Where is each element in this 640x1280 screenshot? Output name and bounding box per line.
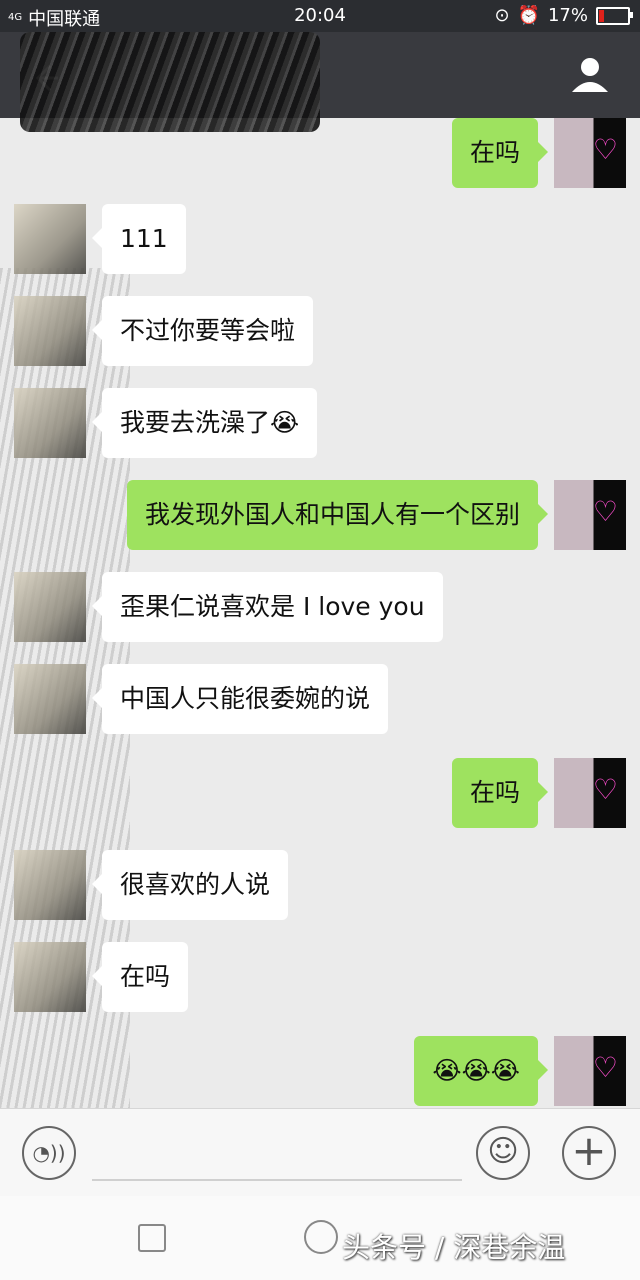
- battery-icon: [596, 6, 633, 25]
- watermark: 头条号 / 深巷余温: [342, 1231, 566, 1264]
- status-bar: 4G 中国联通 20:04 ⊙ ⏰ 17%: [0, 0, 640, 32]
- battery-level: [599, 9, 604, 22]
- input-bar: ◔)) ☺ +: [0, 1108, 640, 1197]
- battery-percent: 17%: [547, 5, 588, 26]
- incoming-message[interactable]: 歪果仁说喜欢是 I love you: [92, 572, 443, 642]
- incoming-message[interactable]: 很喜欢的人说: [91, 850, 289, 920]
- heart-icon: ♡: [592, 495, 618, 528]
- heart-icon: ♡: [592, 133, 618, 166]
- outgoing-message[interactable]: 我发现外国人和中国人有一个区别: [126, 480, 549, 550]
- incoming-message[interactable]: 中国人只能很委婉的说: [91, 664, 389, 734]
- incoming-message[interactable]: 我要去洗澡了😭: [91, 388, 318, 458]
- incoming-message[interactable]: 不过你要等会啦: [91, 296, 314, 366]
- incoming-message[interactable]: 111: [92, 204, 186, 274]
- message-input[interactable]: [92, 1179, 462, 1181]
- contact-avatar[interactable]: [14, 664, 86, 734]
- alarm-icon: ⏰: [517, 5, 540, 26]
- plus-icon[interactable]: +: [562, 1126, 616, 1180]
- heart-icon: ♡: [592, 1051, 618, 1084]
- system-nav-bar: 头条号 / 深巷余温: [0, 1196, 640, 1280]
- my-avatar[interactable]: ♡: [554, 118, 626, 188]
- my-avatar[interactable]: ♡: [554, 758, 626, 828]
- contact-avatar[interactable]: [14, 296, 86, 366]
- my-avatar[interactable]: ♡: [554, 480, 626, 550]
- emoji-icon[interactable]: ☺: [476, 1126, 530, 1180]
- contact-avatar[interactable]: [14, 572, 86, 642]
- contact-avatar[interactable]: [14, 850, 86, 920]
- contact-avatar[interactable]: [14, 388, 86, 458]
- person-icon[interactable]: [570, 54, 610, 94]
- home-button[interactable]: [304, 1220, 338, 1254]
- contact-avatar[interactable]: [14, 204, 86, 274]
- heart-icon: ♡: [592, 773, 618, 806]
- incoming-message[interactable]: 在吗: [91, 942, 189, 1012]
- outgoing-message[interactable]: 😭😭😭: [414, 1036, 548, 1106]
- lock-icon: ⊙: [494, 5, 510, 26]
- contact-avatar[interactable]: [14, 942, 86, 1012]
- redacted-contact-name: [20, 32, 320, 132]
- my-avatar[interactable]: ♡: [554, 1036, 626, 1106]
- voice-icon[interactable]: ◔)): [22, 1126, 76, 1180]
- message-list[interactable]: ♡ 在吗 111 不过你要等会啦 我要去洗澡了😭 ♡ 我发现外国人和中国人有一个区别歪果仁说…: [0, 118, 640, 1108]
- outgoing-message[interactable]: 在吗: [451, 758, 549, 828]
- recents-button[interactable]: [138, 1224, 166, 1252]
- outgoing-message[interactable]: 在吗: [451, 118, 549, 188]
- chat-header: [0, 32, 640, 132]
